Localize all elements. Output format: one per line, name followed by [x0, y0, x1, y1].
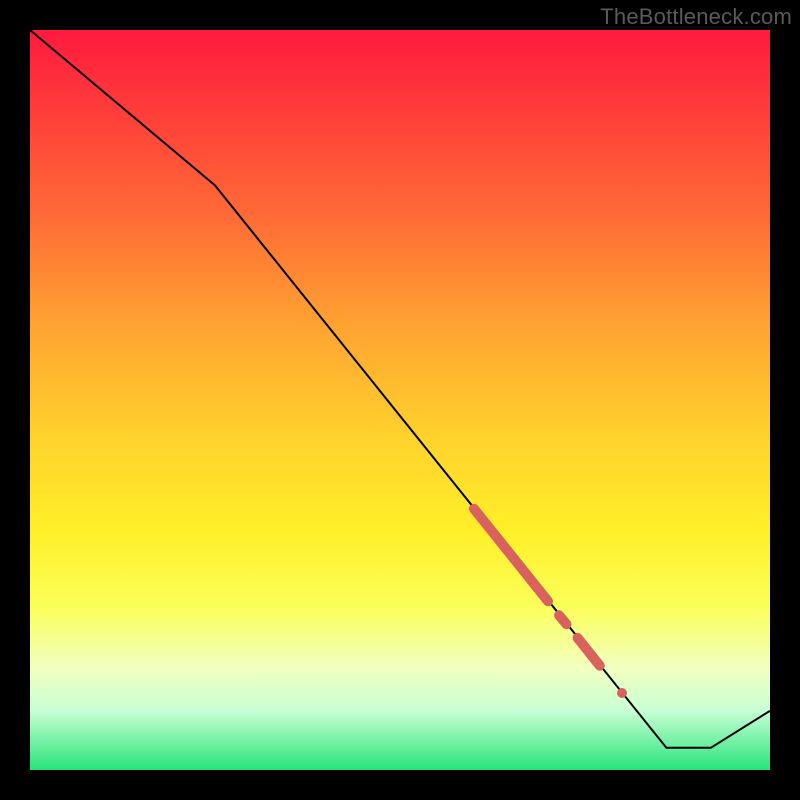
chart-svg [30, 30, 770, 770]
highlight-segment [474, 509, 548, 602]
highlight-segment [559, 615, 566, 624]
curve-path [30, 30, 770, 748]
chart-frame: TheBottleneck.com [0, 0, 800, 800]
highlight-segment [578, 638, 600, 666]
highlight-dot [617, 688, 627, 698]
watermark-text: TheBottleneck.com [600, 4, 792, 30]
plot-area [30, 30, 770, 770]
